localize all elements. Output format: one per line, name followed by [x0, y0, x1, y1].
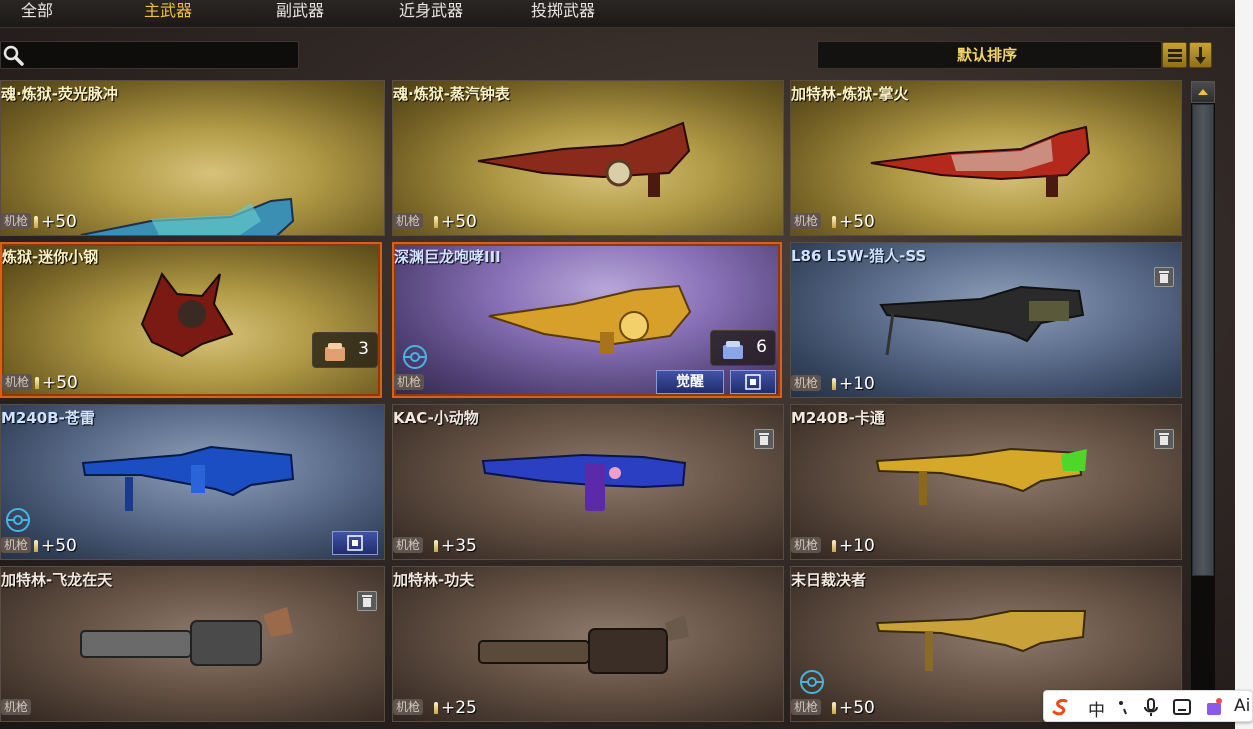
punctuation-icon[interactable]: [1114, 698, 1132, 716]
tab-throwing-weapon[interactable]: 投掷武器: [531, 0, 595, 26]
weapon-card[interactable]: 魂·炼狱-蒸汽钟表 机枪 +50: [392, 80, 784, 236]
weapon-type-badge: 机枪: [1, 213, 32, 229]
bullet-icon: [35, 377, 39, 389]
bullet-icon: [434, 540, 438, 552]
weapon-type-badge: 机枪: [393, 699, 424, 715]
weapon-type-badge: 机枪: [791, 699, 822, 715]
item-count: 3: [358, 339, 369, 359]
weapon-level: +10: [839, 536, 875, 556]
chip-icon: [347, 535, 363, 551]
ime-chinese-mode[interactable]: 中: [1088, 696, 1105, 721]
weapon-card[interactable]: 加特林-功夫 机枪 +25: [392, 566, 784, 722]
weapon-image: [80, 607, 293, 666]
sort-menu-button[interactable]: [1162, 42, 1187, 68]
weapon-card[interactable]: KAC-小动物 机枪 +35: [392, 404, 784, 560]
weapon-level: +35: [441, 536, 477, 556]
steering-wheel-icon: [800, 670, 824, 694]
steering-wheel-icon: [403, 345, 427, 369]
bullet-icon: [34, 540, 38, 552]
bullet-icon: [832, 378, 836, 390]
weapon-card[interactable]: 加特林-飞龙在天 机枪: [0, 566, 385, 722]
weapon-card[interactable]: L86 LSW-猎人-SS 机枪 +10: [790, 242, 1182, 398]
weapon-card[interactable]: 魂·炼狱-荧光脉冲 机枪 +50: [0, 80, 385, 236]
window-edge: [1235, 0, 1253, 729]
weapon-level: +50: [42, 373, 78, 393]
bullet-icon: [434, 216, 438, 228]
arrow-down-icon: [1195, 47, 1206, 64]
sort-direction-button[interactable]: [1189, 42, 1212, 68]
weapon-type-badge: 机枪: [791, 537, 822, 553]
weapon-type-badge: 机枪: [394, 374, 425, 390]
bullet-icon: [832, 216, 836, 228]
box-icon: [325, 343, 345, 361]
weapon-type-badge: 机枪: [791, 213, 822, 229]
chip-button[interactable]: [730, 370, 776, 394]
tab-melee-weapon[interactable]: 近身武器: [399, 0, 463, 26]
microphone-icon[interactable]: [1142, 697, 1160, 717]
chip-icon: [745, 374, 761, 390]
keyboard-icon[interactable]: [1172, 697, 1192, 717]
tab-all[interactable]: 全部: [21, 0, 53, 26]
bullet-icon: [34, 216, 38, 228]
steering-wheel-icon: [6, 508, 30, 532]
weapon-type-badge: 机枪: [2, 374, 33, 390]
weapon-level: +50: [41, 212, 77, 232]
item-count: 6: [756, 337, 767, 357]
weapon-card[interactable]: M240B-苍雷 机枪 +50: [0, 404, 385, 560]
scrollbar-thumb[interactable]: [1192, 104, 1214, 576]
sort-label[interactable]: 默认排序: [817, 41, 1157, 69]
scroll-up-button[interactable]: [1191, 81, 1215, 103]
bullet-icon: [832, 540, 836, 552]
weapon-card-selected[interactable]: 炼狱-迷你小钢 3 机枪 +50: [0, 242, 382, 398]
weapon-card[interactable]: M240B-卡通 机枪 +10: [790, 404, 1182, 560]
weapon-level: +50: [441, 212, 477, 232]
chip-button[interactable]: [332, 531, 378, 555]
weapon-card-selected[interactable]: 深渊巨龙咆哮III 6 觉醒 机枪: [392, 242, 782, 398]
weapon-level: +25: [441, 698, 477, 718]
weapon-level: +50: [41, 536, 77, 556]
search-icon[interactable]: [2, 44, 24, 66]
bullet-icon: [832, 702, 836, 714]
weapon-type-badge: 机枪: [393, 537, 424, 553]
awaken-button[interactable]: 觉醒: [656, 370, 724, 394]
search-input[interactable]: [28, 45, 290, 65]
sogou-logo-icon[interactable]: [1050, 696, 1072, 718]
bullet-icon: [434, 702, 438, 714]
weapon-level: +10: [839, 374, 875, 394]
weapon-type-badge: 机枪: [393, 213, 424, 229]
weapon-type-badge: 机枪: [791, 375, 822, 391]
weapon-card[interactable]: 加特林-炼狱-掌火 机枪 +50: [790, 80, 1182, 236]
weapon-type-badge: 机枪: [1, 699, 32, 715]
weapon-type-badge: 机枪: [1, 537, 32, 553]
box-icon: [723, 341, 743, 359]
weapon-category-tabs: 全部 主武器 副武器 近身武器 投掷武器: [0, 0, 1235, 28]
skin-icon[interactable]: [1204, 697, 1224, 717]
count-box: 3: [312, 332, 378, 368]
count-box: 6: [710, 330, 776, 366]
tab-primary-weapon[interactable]: 主武器: [144, 0, 192, 26]
ime-toolbar: 中 Ai: [1043, 690, 1253, 722]
weapon-level: +50: [839, 698, 875, 718]
triangle-up-icon: [1198, 89, 1208, 95]
weapon-level: +50: [839, 212, 875, 232]
tab-secondary-weapon[interactable]: 副武器: [276, 0, 324, 26]
ime-ai-label[interactable]: Ai: [1234, 696, 1250, 716]
